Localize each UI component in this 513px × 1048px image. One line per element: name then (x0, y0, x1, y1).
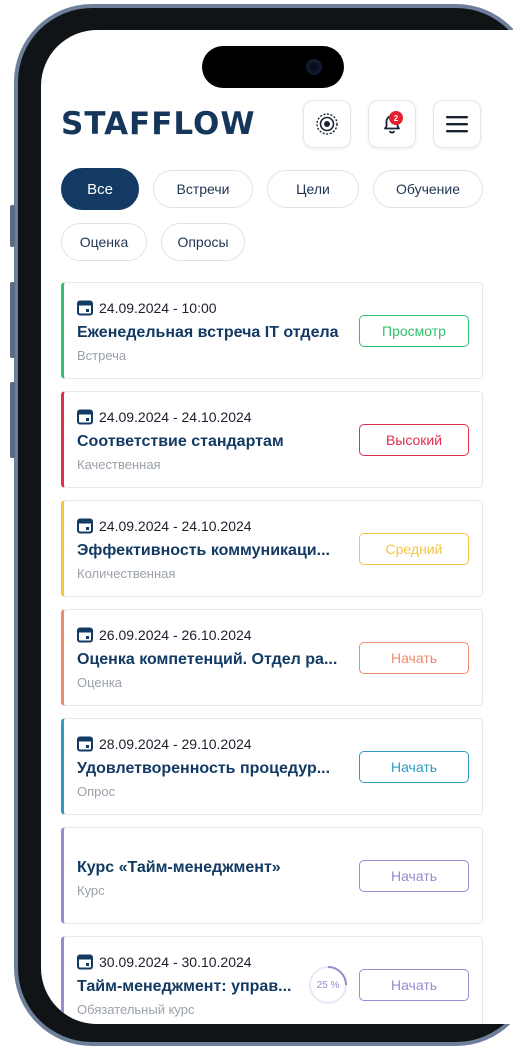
card-type: Количественная (77, 566, 176, 581)
progress-percent: 25 % (316, 979, 340, 991)
calendar-icon (77, 954, 93, 970)
start-button[interactable]: Начать (359, 751, 469, 783)
course-card[interactable]: 30.09.2024 - 30.10.2024 Тайм-менеджмент:… (61, 936, 483, 1024)
card-date-text: 28.09.2024 - 29.10.2024 (99, 736, 252, 752)
card-type: Качественная (77, 457, 161, 472)
calendar-icon (77, 518, 93, 534)
course-progress-ring: 25 % (307, 964, 349, 1006)
goal-card[interactable]: 24.09.2024 - 24.10.2024 Соответствие ста… (61, 391, 483, 488)
card-date-text: 30.09.2024 - 30.10.2024 (99, 954, 252, 970)
survey-card[interactable]: 28.09.2024 - 29.10.2024 Удовлетворенност… (61, 718, 483, 815)
card-type: Обязательный курс (77, 1002, 195, 1017)
card-title: Удовлетворенность процедур... (77, 760, 331, 777)
notification-count-badge: 2 (389, 111, 403, 125)
app-screen: STAFFLOW 2 Все Встречи Цели Обучение Оце… (41, 30, 513, 1024)
card-title: Курс «Тайм-менеджмент» (77, 859, 281, 876)
event-card[interactable]: 24.09.2024 - 10:00 Еженедельная встреча … (61, 282, 483, 379)
side-button-volume-down (10, 382, 15, 458)
calendar-icon (77, 300, 93, 316)
target-settings-icon (316, 113, 338, 135)
start-button[interactable]: Начать (359, 860, 469, 892)
priority-badge-medium[interactable]: Средний (359, 533, 469, 565)
card-date: 24.09.2024 - 10:00 (77, 300, 217, 316)
dynamic-island (202, 46, 344, 88)
app-logo: STAFFLOW (61, 106, 256, 142)
card-date-text: 24.09.2024 - 10:00 (99, 300, 217, 316)
card-date: 24.09.2024 - 24.10.2024 (77, 409, 252, 425)
start-button[interactable]: Начать (359, 642, 469, 674)
goal-card[interactable]: 24.09.2024 - 24.10.2024 Эффективность ко… (61, 500, 483, 597)
card-type: Курс (77, 883, 105, 898)
course-card[interactable]: Курс «Тайм-менеджмент» Курс Начать (61, 827, 483, 924)
card-date-text: 24.09.2024 - 24.10.2024 (99, 518, 252, 534)
card-date-text: 24.09.2024 - 24.10.2024 (99, 409, 252, 425)
card-title: Тайм-менеджмент: управ... (77, 978, 292, 995)
filter-chip-all[interactable]: Все (61, 168, 139, 210)
notifications-button[interactable]: 2 (368, 100, 416, 148)
filter-chip-meetings[interactable]: Встречи (153, 170, 253, 208)
card-date: 28.09.2024 - 29.10.2024 (77, 736, 252, 752)
filter-chip-training[interactable]: Обучение (373, 170, 483, 208)
side-button-volume-up (10, 282, 15, 358)
card-date: 30.09.2024 - 30.10.2024 (77, 954, 252, 970)
filter-chip-evaluation[interactable]: Оценка (61, 223, 147, 261)
card-type: Оценка (77, 675, 123, 690)
calendar-icon (77, 627, 93, 643)
card-title: Эффективность коммуникаци... (77, 542, 330, 559)
filter-chip-surveys[interactable]: Опросы (161, 223, 245, 261)
filter-chip-goals[interactable]: Цели (267, 170, 359, 208)
card-type: Опрос (77, 784, 116, 799)
calendar-icon (77, 736, 93, 752)
card-title: Оценка компетенций. Отдел ра... (77, 651, 338, 668)
evaluation-card[interactable]: 26.09.2024 - 26.10.2024 Оценка компетенц… (61, 609, 483, 706)
card-date-text: 26.09.2024 - 26.10.2024 (99, 627, 252, 643)
side-button-mute (10, 205, 15, 247)
menu-button[interactable] (433, 100, 481, 148)
card-date: 24.09.2024 - 24.10.2024 (77, 518, 252, 534)
camera-icon (306, 59, 322, 75)
card-title: Еженедельная встреча IT отдела (77, 324, 339, 341)
hamburger-menu-icon (446, 116, 468, 133)
card-date: 26.09.2024 - 26.10.2024 (77, 627, 252, 643)
priority-badge-high[interactable]: Высокий (359, 424, 469, 456)
settings-button[interactable] (303, 100, 351, 148)
start-button[interactable]: Начать (359, 969, 469, 1001)
view-button[interactable]: Просмотр (359, 315, 469, 347)
card-type: Встреча (77, 348, 127, 363)
card-title: Соответствие стандартам (77, 433, 284, 450)
calendar-icon (77, 409, 93, 425)
